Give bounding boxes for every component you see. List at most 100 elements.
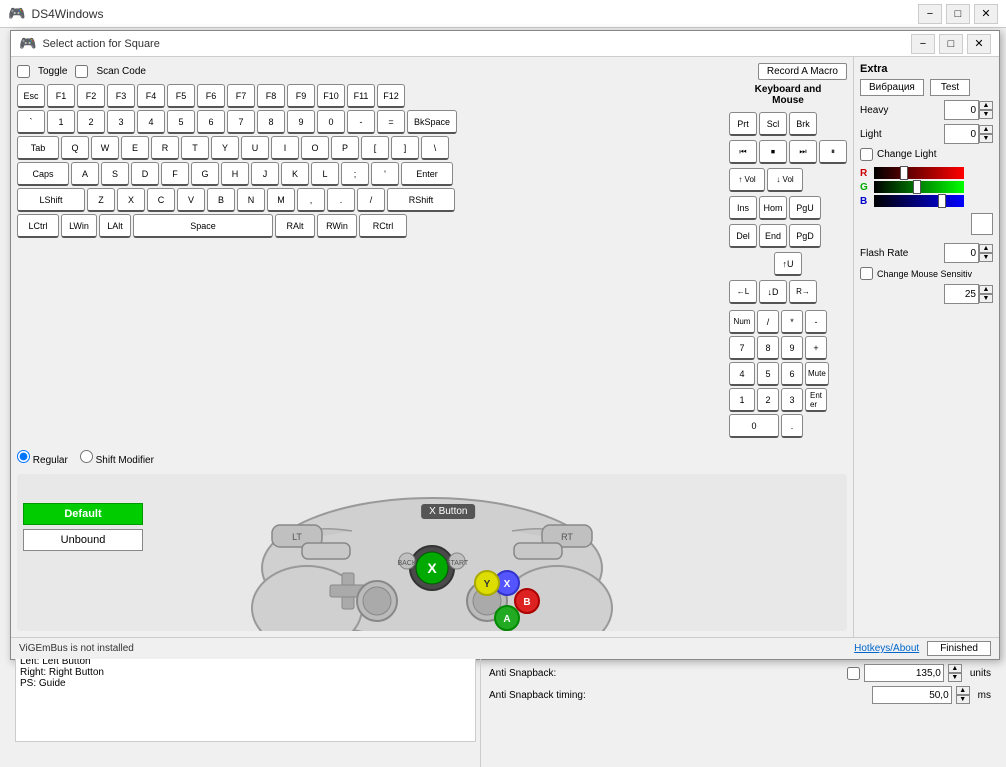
key-num7[interactable]: 7: [729, 336, 755, 360]
key-end[interactable]: End: [759, 224, 787, 248]
key-rctrl[interactable]: RCtrl: [359, 214, 407, 238]
key-6[interactable]: 6: [197, 110, 225, 134]
key-b[interactable]: B: [207, 188, 235, 212]
key-t[interactable]: T: [181, 136, 209, 160]
mouse-sens-up-button[interactable]: ▲: [979, 285, 993, 294]
unbound-button[interactable]: Unbound: [23, 529, 143, 551]
key-quote[interactable]: ': [371, 162, 399, 186]
regular-radio[interactable]: [17, 450, 30, 463]
anti-snapback-down-button[interactable]: ▼: [948, 673, 962, 682]
key-num-star[interactable]: *: [781, 310, 803, 334]
key-num9[interactable]: 9: [781, 336, 803, 360]
anti-snapback-checkbox[interactable]: [847, 667, 860, 680]
key-4[interactable]: 4: [137, 110, 165, 134]
key-equals[interactable]: =: [377, 110, 405, 134]
key-f6[interactable]: F6: [197, 84, 225, 108]
key-7[interactable]: 7: [227, 110, 255, 134]
key-lbracket[interactable]: [: [361, 136, 389, 160]
key-f4[interactable]: F4: [137, 84, 165, 108]
key-scl[interactable]: Scl: [759, 112, 787, 136]
key-8[interactable]: 8: [257, 110, 285, 134]
key-i[interactable]: I: [271, 136, 299, 160]
key-prt[interactable]: Prt: [729, 112, 757, 136]
key-num2[interactable]: 2: [757, 388, 779, 412]
finished-button[interactable]: Finished: [927, 641, 991, 656]
key-l[interactable]: L: [311, 162, 339, 186]
key-x[interactable]: X: [117, 188, 145, 212]
anti-snapback-up-button[interactable]: ▲: [948, 664, 962, 673]
dialog-minimize-button[interactable]: −: [911, 34, 935, 54]
key-f8[interactable]: F8: [257, 84, 285, 108]
key-hom[interactable]: Hom: [759, 196, 787, 220]
key-r[interactable]: R: [151, 136, 179, 160]
heavy-up-button[interactable]: ▲: [979, 101, 993, 110]
key-mute[interactable]: Mute: [805, 362, 829, 386]
key-pause[interactable]: ⏸: [819, 140, 847, 164]
key-lctrl[interactable]: LCtrl: [17, 214, 59, 238]
key-backspace[interactable]: BkSpace: [407, 110, 457, 134]
key-f[interactable]: F: [161, 162, 189, 186]
key-3[interactable]: 3: [107, 110, 135, 134]
key-lalt[interactable]: LAlt: [99, 214, 131, 238]
dialog-close-button[interactable]: ✕: [967, 34, 991, 54]
key-vol-up[interactable]: ↑ Vol: [729, 168, 765, 192]
key-f10[interactable]: F10: [317, 84, 345, 108]
key-q[interactable]: Q: [61, 136, 89, 160]
key-rshift[interactable]: RShift: [387, 188, 455, 212]
key-num-plus[interactable]: +: [805, 336, 827, 360]
key-g[interactable]: G: [191, 162, 219, 186]
key-num8[interactable]: 8: [757, 336, 779, 360]
key-f11[interactable]: F11: [347, 84, 375, 108]
key-ins[interactable]: Ins: [729, 196, 757, 220]
flash-rate-up-button[interactable]: ▲: [979, 244, 993, 253]
key-up[interactable]: ↑U: [774, 252, 802, 276]
test-button[interactable]: Test: [930, 79, 970, 96]
key-v[interactable]: V: [177, 188, 205, 212]
key-y[interactable]: Y: [211, 136, 239, 160]
key-num-minus[interactable]: -: [805, 310, 827, 334]
key-num5[interactable]: 5: [757, 362, 779, 386]
mouse-sens-input[interactable]: 25: [944, 284, 979, 304]
flash-rate-down-button[interactable]: ▼: [979, 253, 993, 262]
change-light-checkbox[interactable]: [860, 148, 873, 161]
key-period[interactable]: .: [327, 188, 355, 212]
key-num[interactable]: Num: [729, 310, 755, 334]
hotkeys-link[interactable]: Hotkeys/About: [854, 643, 919, 654]
key-num-slash[interactable]: /: [757, 310, 779, 334]
r-slider[interactable]: [874, 167, 964, 179]
key-esc[interactable]: Esc: [17, 84, 45, 108]
key-num1[interactable]: 1: [729, 388, 755, 412]
light-down-button[interactable]: ▼: [979, 134, 993, 143]
key-k[interactable]: K: [281, 162, 309, 186]
key-num6[interactable]: 6: [781, 362, 803, 386]
minimize-button[interactable]: −: [918, 4, 942, 24]
key-backslash[interactable]: \: [421, 136, 449, 160]
key-p[interactable]: P: [331, 136, 359, 160]
key-right-arrow[interactable]: R→: [789, 280, 817, 304]
key-slash[interactable]: /: [357, 188, 385, 212]
g-slider[interactable]: [874, 181, 964, 193]
key-enter[interactable]: Enter: [401, 162, 453, 186]
toggle-checkbox[interactable]: [17, 65, 30, 78]
key-num4[interactable]: 4: [729, 362, 755, 386]
key-space[interactable]: Space: [133, 214, 273, 238]
key-f1[interactable]: F1: [47, 84, 75, 108]
key-5[interactable]: 5: [167, 110, 195, 134]
vibration-button[interactable]: Вибрация: [860, 79, 924, 96]
key-tab[interactable]: Tab: [17, 136, 59, 160]
heavy-input[interactable]: 0: [944, 100, 979, 120]
key-next[interactable]: ⏭: [789, 140, 817, 164]
key-1[interactable]: 1: [47, 110, 75, 134]
key-left-arrow[interactable]: ←L: [729, 280, 757, 304]
key-j[interactable]: J: [251, 162, 279, 186]
key-2[interactable]: 2: [77, 110, 105, 134]
key-brk[interactable]: Brk: [789, 112, 817, 136]
key-lshift[interactable]: LShift: [17, 188, 85, 212]
key-num3[interactable]: 3: [781, 388, 803, 412]
heavy-down-button[interactable]: ▼: [979, 110, 993, 119]
key-semicolon[interactable]: ;: [341, 162, 369, 186]
key-pgup[interactable]: PgU: [789, 196, 821, 220]
b-slider[interactable]: [874, 195, 964, 207]
key-o[interactable]: O: [301, 136, 329, 160]
key-prev[interactable]: ⏮: [729, 140, 757, 164]
